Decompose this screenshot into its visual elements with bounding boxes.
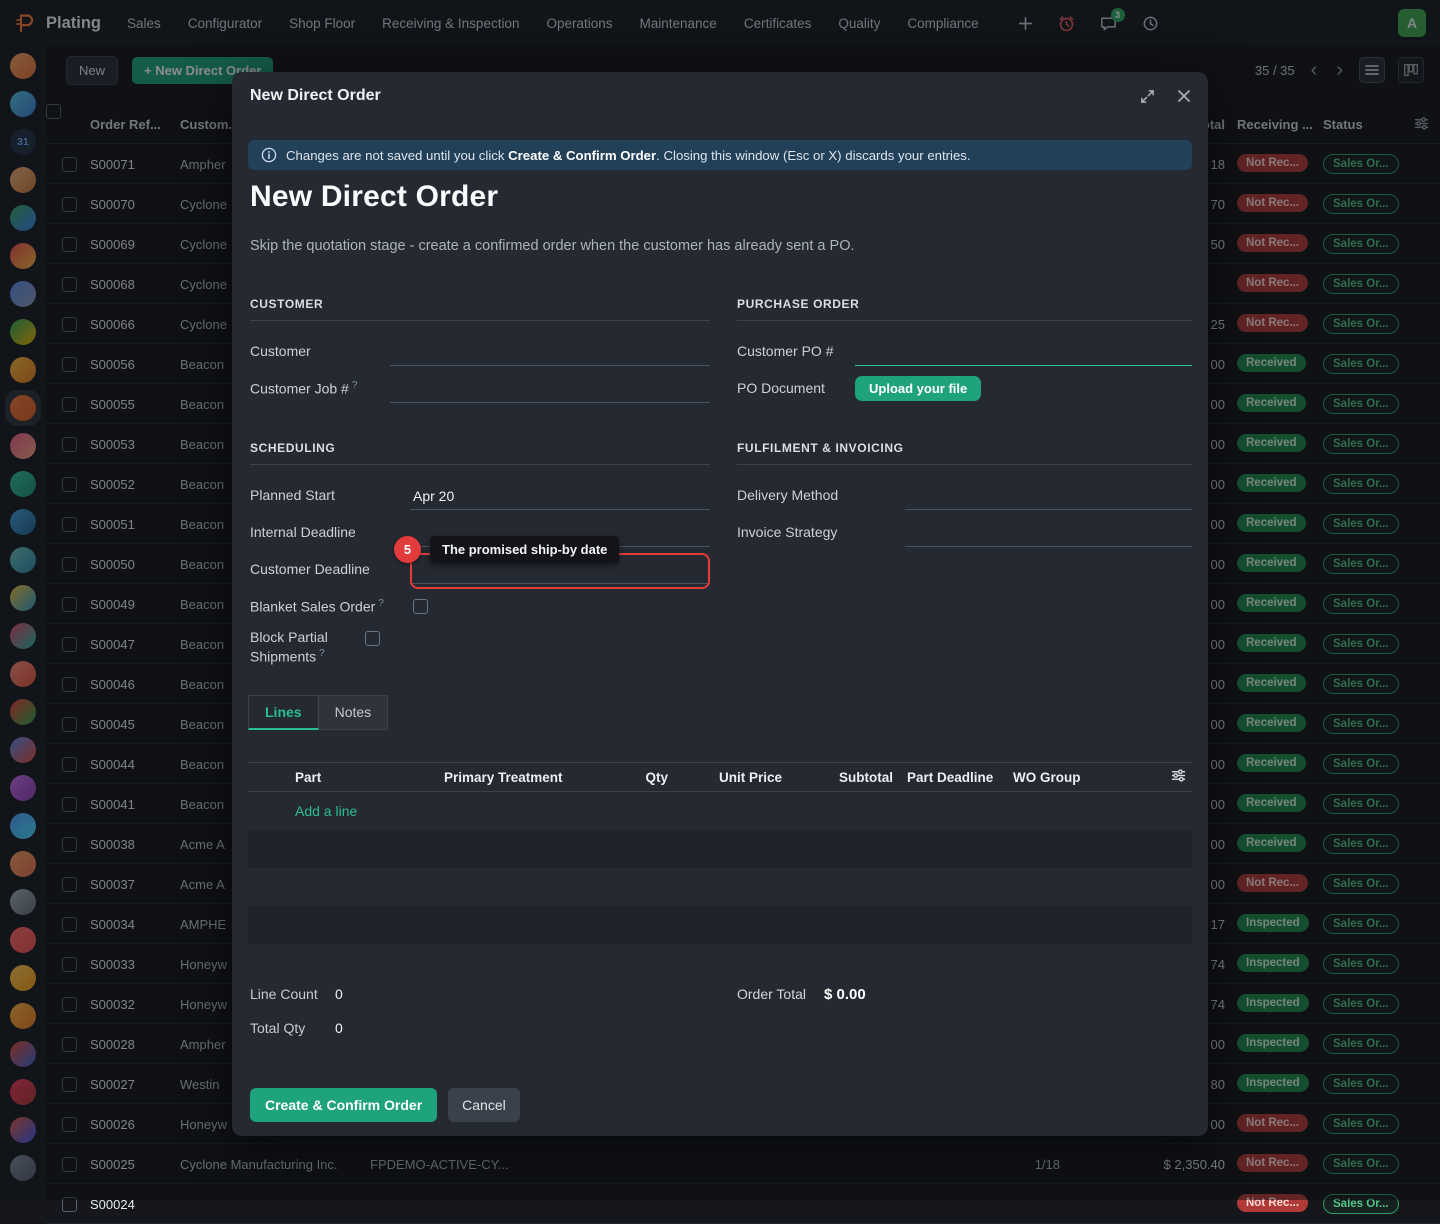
customer-po-label: Customer PO # [737,342,855,361]
lines-summary: Line Count 0 Total Qty 0 [250,977,343,1045]
planned-start-input[interactable]: Apr 20 [410,482,710,510]
customer-job-input[interactable] [390,375,710,403]
po-document-label: PO Document [737,379,855,398]
total-qty-label: Total Qty [250,1020,335,1036]
order-total-label: Order Total [737,986,806,1002]
empty-line-row [248,830,1192,868]
modal-tabs: Lines Notes [248,695,388,730]
customer-job-label: Customer Job #? [250,379,390,399]
cancel-button[interactable]: Cancel [448,1088,520,1122]
delivery-method-label: Delivery Method [737,486,905,505]
section-title-purchase-order: Purchase Order [737,297,1192,321]
annotation-step-badge: 5 [394,536,421,563]
delivery-method-input[interactable] [905,482,1192,510]
help-marker[interactable]: ? [378,598,384,609]
line-count-value: 0 [335,986,343,1002]
lines-header-row: Part Primary Treatment Qty Unit Price Su… [248,762,1192,792]
page-subtitle: Skip the quotation stage - create a conf… [250,238,855,254]
page-title: New Direct Order [250,180,498,214]
block-partial-shipments-label: Block Partial Shipments? [250,628,362,666]
blanket-sales-order-checkbox[interactable] [413,599,428,614]
blanket-sales-order-label: Blanket Sales Order? [250,597,410,617]
lines-col-qty: Qty [544,770,668,785]
internal-deadline-label: Internal Deadline [250,523,410,542]
lines-col-part-deadline: Part Deadline [893,770,1013,785]
annotation-tooltip: The promised ship-by date [430,536,619,563]
invoice-strategy-input[interactable] [905,519,1192,547]
lines-col-wo-group: WO Group [1013,770,1113,785]
tab-notes[interactable]: Notes [319,695,389,730]
customer-field-label: Customer [250,342,390,361]
customer-input[interactable] [390,338,710,366]
help-marker[interactable]: ? [319,648,325,659]
expand-modal-icon[interactable] [1139,88,1156,108]
unsaved-changes-banner: Changes are not saved until you click Cr… [248,140,1192,170]
section-title-fulfilment: Fulfilment & Invoicing [737,441,1192,465]
section-customer: Customer Customer Customer Job #? [250,297,710,407]
lines-col-part: Part [295,770,444,785]
banner-text: Changes are not saved until you click Cr… [286,148,971,163]
modal-footer: Create & Confirm Order Cancel [250,1088,520,1122]
order-total-summary: Order Total $ 0.00 [737,977,866,1011]
order-lines-table: Part Primary Treatment Qty Unit Price Su… [248,762,1192,944]
planned-start-label: Planned Start [250,486,410,505]
section-title-customer: Customer [250,297,710,321]
empty-line-row [248,868,1192,906]
line-count-label: Line Count [250,986,335,1002]
lines-col-primary-treatment: Primary Treatment [444,770,544,785]
block-partial-shipments-checkbox[interactable] [365,631,380,646]
lines-col-subtotal: Subtotal [782,770,893,785]
new-direct-order-modal: New Direct Order Changes are not saved u… [232,72,1208,1136]
help-marker[interactable]: ? [352,380,358,391]
empty-line-row [248,906,1192,944]
section-title-scheduling: Scheduling [250,441,710,465]
order-total-value: $ 0.00 [824,986,866,1003]
section-purchase-order: Purchase Order Customer PO # PO Document… [737,297,1192,407]
lines-col-unit-price: Unit Price [668,770,782,785]
modal-header: New Direct Order [232,72,1208,118]
lines-column-settings-icon[interactable] [1171,768,1192,786]
planned-start-value: Apr 20 [413,488,454,504]
tab-lines[interactable]: Lines [248,695,319,730]
total-qty-value: 0 [335,1020,343,1036]
invoice-strategy-label: Invoice Strategy [737,523,905,542]
section-fulfilment-invoicing: Fulfilment & Invoicing Delivery Method I… [737,441,1192,551]
order-form: Customer Customer Customer Job #? Schedu… [250,297,1192,715]
modal-title: New Direct Order [250,87,381,105]
upload-file-button[interactable]: Upload your file [855,376,981,401]
close-modal-icon[interactable] [1176,88,1192,107]
info-icon [261,147,277,163]
add-line-link[interactable]: Add a line [248,792,1192,830]
customer-po-input[interactable] [855,338,1192,366]
create-confirm-order-button[interactable]: Create & Confirm Order [250,1088,437,1122]
customer-deadline-label: Customer Deadline [250,560,410,579]
